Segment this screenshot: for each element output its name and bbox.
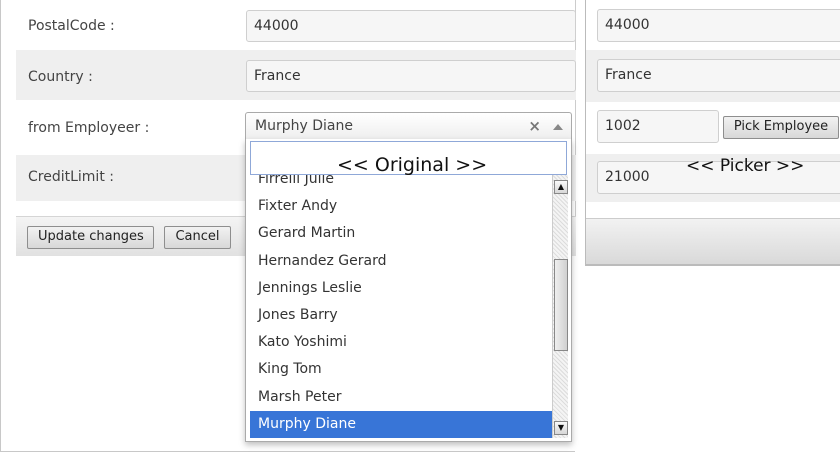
postal-code-row: PostalCode : 44000	[16, 0, 576, 50]
country-input[interactable]: France	[246, 60, 576, 92]
employee-option[interactable]: Gerard Martin	[250, 220, 552, 247]
employee-option[interactable]: Murphy Diane	[250, 410, 552, 438]
pick-employee-button[interactable]: Pick Employee	[723, 116, 839, 139]
employee-option[interactable]: Jennings Leslie	[250, 275, 552, 302]
employee-select-value: Murphy Diane	[255, 118, 353, 134]
employee-option[interactable]: Fixter Andy	[250, 193, 552, 220]
picker-overlay-label: << Picker >>	[686, 156, 805, 176]
dropdown-scrollbar[interactable]: ▲ ▼	[552, 175, 568, 438]
postal-code-input[interactable]: 44000	[246, 10, 576, 42]
picker-employee-row: 1002 Pick Employee	[586, 102, 840, 154]
employee-option[interactable]: Kato Yoshimi	[250, 329, 552, 356]
picker-button-bar	[586, 218, 840, 264]
employee-option[interactable]: Hernandez Gerard	[250, 248, 552, 275]
scrollbar-thumb[interactable]	[554, 259, 568, 351]
employee-option[interactable]: King Tom	[250, 356, 552, 383]
employee-option[interactable]: Marsh Peter	[250, 384, 552, 411]
picker-employee-id-input[interactable]: 1002	[597, 110, 719, 143]
caret-up-icon[interactable]	[553, 124, 563, 130]
original-overlay-label: << Original >>	[337, 154, 488, 176]
picker-postal-code-input[interactable]: 44000	[597, 9, 840, 42]
picker-country-row: France	[586, 50, 840, 102]
update-changes-button[interactable]: Update changes	[27, 226, 154, 249]
picker-postal-code-row: 44000	[586, 0, 840, 50]
employee-option[interactable]: Firrelli Julie	[250, 175, 552, 193]
employee-select[interactable]: Murphy Diane ×	[245, 112, 572, 140]
employee-options-list: Firrelli Julie Fixter Andy Gerard Martin He…	[250, 175, 552, 438]
picker-country-input[interactable]: France	[597, 59, 840, 92]
scroll-down-icon[interactable]: ▼	[554, 421, 568, 435]
country-label: Country :	[28, 69, 93, 85]
scroll-up-icon[interactable]: ▲	[554, 180, 568, 194]
postal-code-label: PostalCode :	[28, 18, 115, 34]
country-row: Country : France	[16, 50, 576, 100]
employee-option[interactable]: Jones Barry	[250, 302, 552, 329]
employee-dropdown: Firrelli Julie Fixter Andy Gerard Martin He…	[245, 139, 572, 442]
picker-form-panel: 44000 France 1002 Pick Employee 21000	[585, 0, 840, 266]
credit-limit-label: CreditLimit :	[28, 169, 114, 185]
clear-icon[interactable]: ×	[528, 117, 541, 135]
employee-label: from Employeer :	[28, 120, 150, 136]
cancel-button[interactable]: Cancel	[164, 226, 231, 249]
